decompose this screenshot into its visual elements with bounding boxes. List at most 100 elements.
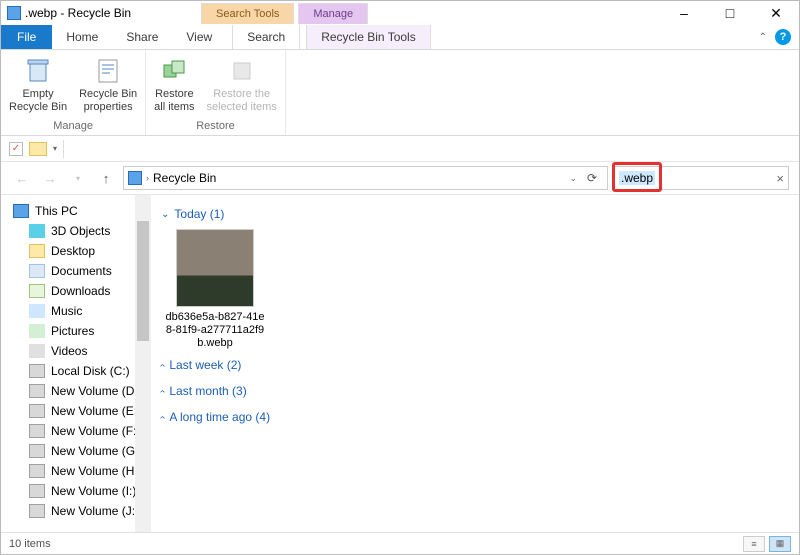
item-count: 10 items xyxy=(9,538,51,550)
nav-drive-e[interactable]: New Volume (E:)› xyxy=(1,401,151,421)
location-icon xyxy=(128,171,142,185)
pictures-icon xyxy=(29,324,45,338)
help-icon[interactable]: ? xyxy=(775,29,791,45)
nav-local-disk-c[interactable]: Local Disk (C:) xyxy=(1,361,151,381)
chevron-right-icon: › xyxy=(157,363,168,366)
ribbon-body: Empty Recycle Bin Recycle Bin properties… xyxy=(1,50,799,136)
label: Local Disk (C:) xyxy=(51,364,130,378)
drive-icon xyxy=(29,384,45,398)
group-last-week[interactable]: › Last week (2) xyxy=(161,352,789,378)
separator xyxy=(63,140,64,158)
label: New Volume (D:) xyxy=(51,384,142,398)
context-tab-manage[interactable]: Manage xyxy=(298,3,368,24)
nav-drive-d[interactable]: New Volume (D:)› xyxy=(1,381,151,401)
recycle-bin-properties-button[interactable]: Recycle Bin properties xyxy=(75,54,141,116)
history-dropdown-icon[interactable]: ▾ xyxy=(67,167,89,189)
qat-dropdown-icon[interactable]: ▾ xyxy=(53,144,57,153)
videos-icon xyxy=(29,344,45,358)
tab-search[interactable]: Search xyxy=(232,25,300,49)
nav-music[interactable]: Music xyxy=(1,301,151,321)
label: Pictures xyxy=(51,324,94,338)
nav-videos[interactable]: Videos xyxy=(1,341,151,361)
maximize-button[interactable]: □ xyxy=(707,1,753,25)
drive-icon xyxy=(29,444,45,458)
tab-file[interactable]: File xyxy=(1,25,52,49)
search-input[interactable]: .webp × xyxy=(614,166,789,190)
tab-home[interactable]: Home xyxy=(52,25,112,49)
qat-checkbox-icon[interactable]: ✓ xyxy=(9,142,23,156)
drive-icon xyxy=(29,464,45,478)
nav-3d-objects[interactable]: 3D Objects xyxy=(1,221,151,241)
file-name: db636e5a-b827-41e8-81f9-a277711a2f9b.web… xyxy=(165,311,265,350)
refresh-button[interactable]: ⟳ xyxy=(581,171,603,185)
address-dropdown-icon[interactable]: ⌄ xyxy=(569,173,577,184)
clear-search-icon[interactable]: × xyxy=(776,171,784,186)
titlebar: .webp - Recycle Bin Search Tools Manage … xyxy=(1,1,799,25)
nav-desktop[interactable]: Desktop xyxy=(1,241,151,261)
title-text: .webp - Recycle Bin xyxy=(25,6,131,20)
group-label: Last month (3) xyxy=(169,384,246,398)
label: Downloads xyxy=(51,284,110,298)
empty-bin-icon xyxy=(23,56,53,86)
nav-drive-f[interactable]: New Volume (F:)› xyxy=(1,421,151,441)
breadcrumb-recycle-bin[interactable]: Recycle Bin xyxy=(153,171,216,185)
context-tab-search-tools[interactable]: Search Tools xyxy=(201,3,294,24)
qat-folder-icon[interactable] xyxy=(29,142,47,156)
restore-selected-button: Restore the selected items xyxy=(203,54,281,116)
nav-this-pc[interactable]: This PC xyxy=(1,201,151,221)
group-last-month[interactable]: › Last month (3) xyxy=(161,378,789,404)
nav-pictures[interactable]: Pictures xyxy=(1,321,151,341)
close-button[interactable]: ✕ xyxy=(753,1,799,25)
ribbon-tabs: File Home Share View Search Recycle Bin … xyxy=(1,25,799,50)
chevron-right-icon: › xyxy=(157,415,168,418)
drive-icon xyxy=(29,424,45,438)
ribbon-group-restore: Restore all items Restore the selected i… xyxy=(146,50,286,135)
minimize-button[interactable]: – xyxy=(661,1,707,25)
group-label-manage: Manage xyxy=(53,118,93,135)
up-button[interactable]: ↑ xyxy=(95,167,117,189)
label: New Volume (I:) xyxy=(51,484,136,498)
label: Desktop xyxy=(51,244,95,258)
nav-drive-g[interactable]: New Volume (G:)› xyxy=(1,441,151,461)
empty-recycle-bin-button[interactable]: Empty Recycle Bin xyxy=(5,54,71,116)
content-pane: ⌄ Today (1) db636e5a-b827-41e8-81f9-a277… xyxy=(151,195,799,532)
ribbon-help-area: ⌃ ? xyxy=(759,25,799,49)
back-button[interactable]: ← xyxy=(11,167,33,189)
cube-icon xyxy=(29,224,45,238)
documents-icon xyxy=(29,264,45,278)
address-bar[interactable]: › Recycle Bin ⌄ ⟳ xyxy=(123,166,608,190)
tab-view[interactable]: View xyxy=(172,25,226,49)
label: Restore the selected items xyxy=(207,88,277,114)
collapse-ribbon-icon[interactable]: ⌃ xyxy=(759,32,767,43)
tab-recycle-bin-tools[interactable]: Recycle Bin Tools xyxy=(306,25,431,49)
scrollbar[interactable] xyxy=(135,195,151,532)
forward-button[interactable]: → xyxy=(39,167,61,189)
file-item[interactable]: db636e5a-b827-41e8-81f9-a277711a2f9b.web… xyxy=(165,229,265,350)
group-long-ago[interactable]: › A long time ago (4) xyxy=(161,404,789,430)
restore-all-icon xyxy=(159,56,189,86)
nav-drive-h[interactable]: New Volume (H:)› xyxy=(1,461,151,481)
nav-drive-j[interactable]: New Volume (J:)› xyxy=(1,501,151,521)
downloads-icon xyxy=(29,284,45,298)
label: Documents xyxy=(51,264,112,278)
thumbnails-view-button[interactable]: ▦ xyxy=(769,536,791,552)
nav-downloads[interactable]: Downloads xyxy=(1,281,151,301)
group-today[interactable]: ⌄ Today (1) xyxy=(161,201,789,227)
restore-all-button[interactable]: Restore all items xyxy=(150,54,198,116)
this-pc-icon xyxy=(13,204,29,218)
details-view-button[interactable]: ≡ xyxy=(743,536,765,552)
label: Empty Recycle Bin xyxy=(9,88,67,114)
view-switcher: ≡ ▦ xyxy=(743,536,791,552)
scrollbar-thumb[interactable] xyxy=(137,221,149,341)
group-label: Last week (2) xyxy=(169,358,241,372)
chevron-right-icon[interactable]: › xyxy=(146,173,149,183)
nav-documents[interactable]: Documents xyxy=(1,261,151,281)
group-label: Today (1) xyxy=(174,207,224,221)
recycle-bin-icon xyxy=(7,6,21,20)
drive-icon xyxy=(29,404,45,418)
label: Videos xyxy=(51,344,87,358)
status-bar: 10 items ≡ ▦ xyxy=(1,532,799,554)
label: Restore all items xyxy=(154,88,194,114)
nav-drive-i[interactable]: New Volume (I:)› xyxy=(1,481,151,501)
tab-share[interactable]: Share xyxy=(112,25,172,49)
